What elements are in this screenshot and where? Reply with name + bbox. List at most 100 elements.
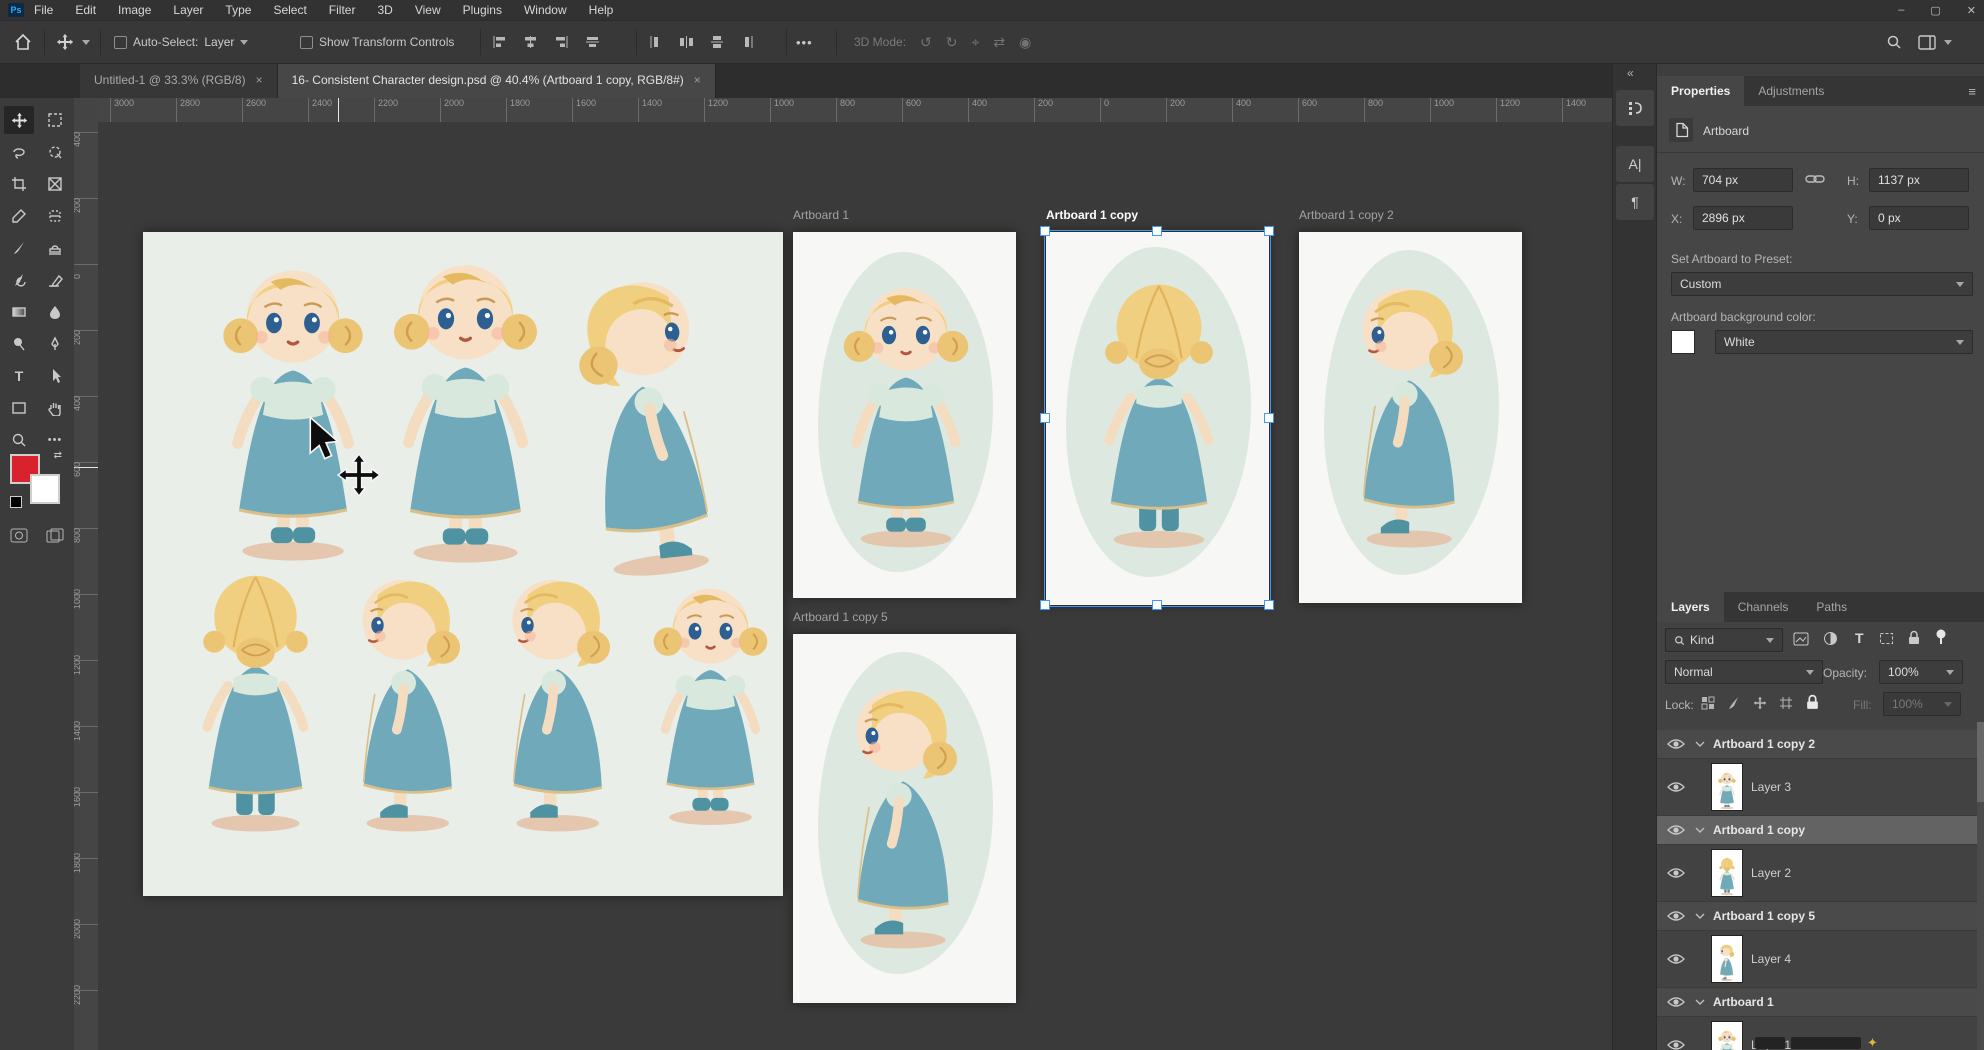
artboard-1-copy[interactable] (1046, 232, 1269, 605)
more-options-button[interactable]: ••• (796, 21, 813, 63)
blur-tool[interactable] (40, 298, 70, 326)
crop-tool[interactable] (4, 170, 34, 198)
distribute-vertical-centers-icon[interactable] (710, 35, 725, 49)
tab-close-icon[interactable]: × (256, 73, 263, 87)
artboard-bg-swatch[interactable] (1671, 330, 1695, 354)
align-left-edges-icon[interactable] (492, 35, 507, 49)
distribute-right-icon[interactable] (741, 35, 756, 49)
menu-help[interactable]: Help (589, 3, 614, 17)
quick-mask-button[interactable] (10, 528, 28, 543)
layer-row-artboard-1-copy-5[interactable]: Artboard 1 copy 5 (1657, 902, 1977, 931)
lasso-tool[interactable] (4, 138, 34, 166)
tab-channels[interactable]: Channels (1724, 592, 1803, 622)
tab-untitled-1[interactable]: Untitled-1 @ 33.3% (RGB/8) × (80, 62, 278, 98)
align-right-edges-icon[interactable] (554, 35, 569, 49)
frame-tool[interactable] (40, 170, 70, 198)
background-color-swatch[interactable] (30, 474, 60, 504)
dodge-tool[interactable] (4, 330, 34, 358)
move-tool[interactable] (4, 106, 34, 134)
pen-tool[interactable] (40, 330, 70, 358)
show-transform-checkbox[interactable] (300, 36, 313, 49)
visibility-eye-icon[interactable] (1667, 910, 1685, 922)
artboard-reference-sheet[interactable] (143, 232, 783, 896)
tab-adjustments[interactable]: Adjustments (1744, 76, 1838, 106)
artboard-label-1-copy[interactable]: Artboard 1 copy (1046, 208, 1138, 222)
lock-all-icon[interactable] (1805, 694, 1820, 710)
menu-3d[interactable]: 3D (377, 3, 392, 17)
layers-scrollbar[interactable] (1977, 722, 1984, 1050)
selection-handle-w[interactable] (1040, 413, 1050, 423)
chevron-down-icon[interactable] (1695, 741, 1705, 747)
selection-handle-n[interactable] (1152, 226, 1162, 236)
healing-brush-tool[interactable] (40, 202, 70, 230)
visibility-eye-icon[interactable] (1667, 1039, 1685, 1050)
screen-mode-button[interactable] (46, 528, 64, 543)
filter-adjustment-layers-icon[interactable] (1823, 631, 1838, 646)
menu-filter[interactable]: Filter (329, 3, 356, 17)
layer-row-artboard-1-copy[interactable]: Artboard 1 copy (1657, 816, 1977, 845)
visibility-eye-icon[interactable] (1667, 738, 1685, 750)
artboard-label-1-copy-2[interactable]: Artboard 1 copy 2 (1299, 208, 1394, 222)
filter-toggle-icon[interactable] (1935, 629, 1947, 645)
menu-select[interactable]: Select (273, 3, 306, 17)
expand-panels-icon[interactable]: « (1627, 66, 1634, 80)
tab-properties[interactable]: Properties (1657, 76, 1744, 106)
character-panel-icon[interactable]: A| (1616, 146, 1654, 182)
lock-position-icon[interactable] (1753, 696, 1767, 710)
eyedropper-tool[interactable] (4, 202, 34, 230)
artboard-label-1[interactable]: Artboard 1 (793, 208, 849, 222)
ruler-left[interactable]: 4002000200400600800100012001400160018002… (74, 122, 99, 1050)
path-selection-tool[interactable] (40, 362, 70, 390)
move-tool-chevron-icon[interactable] (82, 40, 90, 45)
artboard-label-1-copy-5[interactable]: Artboard 1 copy 5 (793, 610, 888, 624)
width-input[interactable]: 704 px (1693, 168, 1793, 192)
chevron-down-icon[interactable] (1695, 827, 1705, 833)
layer-thumbnail[interactable] (1711, 849, 1743, 897)
selection-handle-se[interactable] (1264, 600, 1274, 610)
canvas[interactable]: Artboard 1 Artboard 1 copy Artboard 1 co… (98, 122, 1612, 1050)
menu-type[interactable]: Type (225, 3, 251, 17)
menu-image[interactable]: Image (118, 3, 151, 17)
filter-smart-objects-icon[interactable] (1907, 630, 1921, 645)
selection-handle-nw[interactable] (1040, 226, 1050, 236)
layer-row-artboard-1[interactable]: Artboard 1 (1657, 988, 1977, 1017)
home-button[interactable] (14, 21, 32, 63)
blend-mode-dropdown[interactable]: Normal (1665, 660, 1823, 684)
layer-filter-dropdown[interactable]: Kind (1665, 628, 1783, 652)
layer-row-layer-4[interactable]: Layer 4 (1657, 931, 1977, 988)
align-top-edges-icon[interactable] (585, 35, 600, 49)
object-selection-tool[interactable] (40, 138, 70, 166)
clone-stamp-tool[interactable] (40, 234, 70, 262)
ruler-corner[interactable] (74, 98, 99, 123)
properties-panel-menu-icon[interactable]: ≡ (1968, 84, 1977, 99)
eraser-tool[interactable] (40, 266, 70, 294)
lock-artboard-icon[interactable] (1779, 696, 1793, 710)
layer-row-layer-2[interactable]: Layer 2 (1657, 845, 1977, 902)
opacity-dropdown[interactable]: 100% (1879, 660, 1963, 684)
selection-handle-sw[interactable] (1040, 600, 1050, 610)
artboard-1[interactable] (793, 232, 1016, 598)
tab-layers[interactable]: Layers (1657, 592, 1724, 622)
artboard-bg-dropdown[interactable]: White (1715, 330, 1973, 354)
restore-button[interactable]: ▢ (1930, 4, 1940, 17)
brush-settings-panel-icon[interactable] (1616, 90, 1654, 126)
workspace-switcher-icon[interactable] (1918, 21, 1952, 63)
default-colors-icon[interactable] (10, 496, 22, 508)
selection-handle-ne[interactable] (1264, 226, 1274, 236)
menu-file[interactable]: File (34, 3, 53, 17)
preset-dropdown[interactable]: Custom (1671, 272, 1973, 296)
swap-colors-icon[interactable]: ⇄ (54, 450, 62, 461)
filter-pixel-layers-icon[interactable] (1793, 632, 1809, 646)
selection-handle-s[interactable] (1152, 600, 1162, 610)
selection-handle-e[interactable] (1264, 413, 1274, 423)
layer-thumbnail[interactable] (1711, 763, 1743, 811)
history-brush-tool[interactable] (4, 266, 34, 294)
layers-scrollbar-thumb[interactable] (1977, 722, 1984, 802)
lock-transparency-icon[interactable] (1701, 696, 1715, 710)
menu-layer[interactable]: Layer (173, 3, 203, 17)
visibility-eye-icon[interactable] (1667, 867, 1685, 879)
visibility-eye-icon[interactable] (1667, 953, 1685, 965)
rectangle-tool[interactable] (4, 394, 34, 422)
height-input[interactable]: 1137 px (1869, 168, 1969, 192)
ruler-top[interactable]: 3000280026002400220020001800160014001200… (98, 98, 1612, 123)
